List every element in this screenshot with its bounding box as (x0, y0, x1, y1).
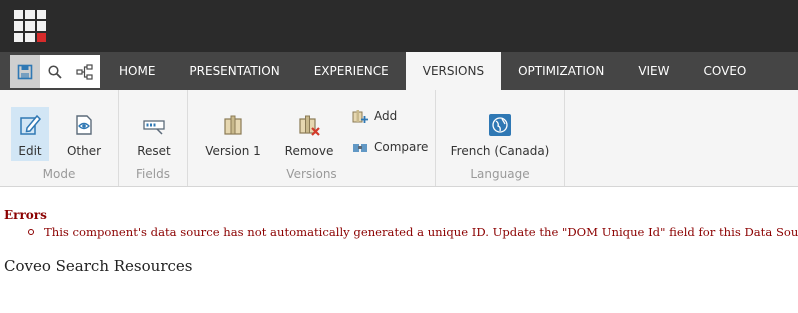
save-button[interactable] (10, 55, 40, 88)
navigator-button[interactable] (70, 55, 100, 88)
globe-icon (489, 114, 511, 136)
search-button[interactable] (40, 55, 70, 88)
eye-icon (76, 115, 92, 135)
compare-icon (353, 144, 367, 152)
tab-optimization[interactable]: OPTIMIZATION (501, 52, 621, 90)
tab-presentation[interactable]: PRESENTATION (172, 52, 296, 90)
remove-label: Remove (284, 144, 334, 158)
search-icon (48, 64, 62, 79)
reset-button[interactable]: Reset (134, 107, 174, 161)
add-version-icon (352, 110, 368, 123)
quick-access-toolbar (10, 55, 100, 88)
reset-label: Reset (137, 144, 171, 158)
version-icon (224, 115, 242, 135)
group-label-fields: Fields (136, 167, 170, 181)
add-version-button[interactable]: Add (352, 108, 397, 124)
other-label: Other (66, 144, 102, 158)
group-label-versions: Versions (286, 167, 337, 181)
page-heading: Coveo Search Resources (4, 257, 193, 275)
version-label: Version 1 (205, 144, 261, 158)
ribbon-panel: Edit Other Mode Reset Fields Version 1 R… (0, 90, 798, 187)
errors-title: Errors (4, 208, 47, 222)
compare-versions-button[interactable]: Compare (352, 139, 428, 155)
remove-version-button[interactable]: Remove (282, 107, 336, 161)
error-list-item: This component's data source has not aut… (28, 225, 798, 239)
compare-label: Compare (374, 140, 429, 154)
add-label: Add (374, 109, 398, 123)
top-bar (0, 0, 798, 52)
edit-label: Edit (18, 144, 42, 158)
group-label-mode: Mode (42, 167, 76, 181)
reset-fields-icon (143, 120, 165, 135)
bullet-icon (28, 229, 34, 235)
tab-coveo[interactable]: COVEO (687, 52, 764, 90)
group-label-language: Language (470, 167, 530, 181)
version-select-button[interactable]: Version 1 (204, 107, 262, 161)
tab-home[interactable]: HOME (102, 52, 172, 90)
ribbon-group-mode: Edit Other Mode (0, 90, 119, 186)
edit-button[interactable]: Edit (11, 107, 49, 161)
app-grid-icon[interactable] (14, 10, 46, 42)
other-mode-button[interactable]: Other (64, 107, 104, 161)
ribbon-group-language: French (Canada) Language (436, 90, 565, 186)
save-icon (17, 64, 33, 79)
language-select-button[interactable]: French (Canada) (450, 107, 550, 161)
tab-experience[interactable]: EXPERIENCE (297, 52, 406, 90)
pencil-icon (20, 114, 42, 135)
page-content: Errors This component's data source has … (0, 187, 798, 313)
error-message: This component's data source has not aut… (44, 225, 798, 239)
language-label: French (Canada) (450, 144, 550, 158)
ribbon-group-versions: Version 1 Remove Add Compare Versions (188, 90, 436, 186)
tab-versions[interactable]: VERSIONS (405, 52, 502, 90)
ribbon-group-fields: Reset Fields (119, 90, 188, 186)
remove-version-icon (299, 115, 320, 136)
ribbon-tabs: HOME PRESENTATION EXPERIENCE VERSIONS OP… (102, 52, 763, 90)
tree-icon (76, 63, 93, 80)
tab-view[interactable]: VIEW (621, 52, 686, 90)
